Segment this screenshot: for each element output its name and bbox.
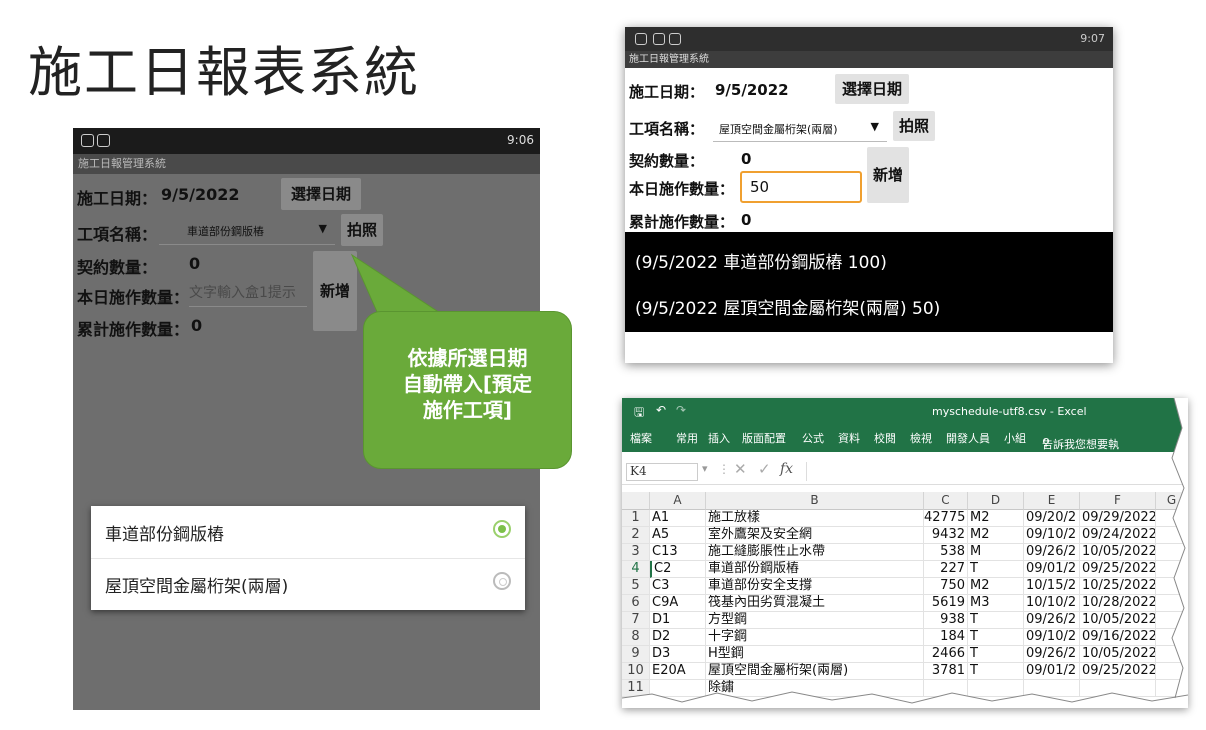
date-value: 9/5/2022 (715, 81, 789, 99)
date-value: 9/5/2022 (161, 185, 240, 204)
total-value: 0 (741, 211, 752, 229)
radio-selected-icon[interactable] (493, 520, 511, 538)
callout-line: 施作工項] (422, 398, 513, 422)
today-quantity-input[interactable]: 文字輸入盒1提示 (189, 280, 307, 307)
excel-screenshot: 🖫 ↶ ↷ myschedule-utf8.csv - Excel 檔案 常用 … (622, 398, 1188, 708)
shield-icon (653, 33, 665, 45)
item-spinner-value: 屋頂空間金屬桁架(兩層) (719, 123, 838, 136)
notification-icon (97, 134, 110, 147)
torn-edge-decoration (622, 398, 1188, 708)
record-item[interactable]: (9/5/2022 屋頂空間金屬桁架(兩層) 50) (635, 294, 940, 319)
add-button[interactable]: 新增 (867, 147, 909, 203)
total-label: 累計施作數量： (77, 320, 190, 339)
choose-date-button[interactable]: 選擇日期 (835, 74, 909, 104)
cast-icon (635, 33, 647, 45)
contract-value: 0 (189, 254, 201, 273)
contract-value: 0 (741, 150, 752, 168)
today-label: 本日施作數量： (629, 180, 735, 198)
record-list: (9/5/2022 車道部份鋼版樁 100) (9/5/2022 屋頂空間金屬桁… (625, 232, 1113, 332)
item-spinner-value: 車道部份鋼版樁 (187, 225, 264, 238)
status-time: 9:07 (1080, 32, 1105, 45)
item-label: 工項名稱： (629, 120, 705, 138)
dialog-option-label: 車道部份鋼版樁 (105, 525, 224, 545)
phone-screenshot-2: 9:07 施工日報管理系統 施工日期： 9/5/2022 選擇日期 工項名稱： … (625, 27, 1113, 363)
item-choice-dialog: 車道部份鋼版樁 屋頂空間金屬桁架(兩層) (91, 506, 525, 610)
status-bar: 9:06 (73, 128, 540, 154)
choose-date-button[interactable]: 選擇日期 (281, 178, 361, 210)
callout-line: 自動帶入[預定 (402, 372, 533, 396)
app-title-bar: 施工日報管理系統 (73, 154, 540, 174)
today-quantity-input[interactable]: 50 (740, 171, 862, 203)
total-value: 0 (191, 316, 203, 335)
contract-label: 契約數量： (77, 258, 158, 277)
shield-icon (81, 134, 94, 147)
item-label: 工項名稱： (77, 225, 158, 244)
notification-icon (669, 33, 681, 45)
callout-text: 依據所選日期 自動帶入[預定 施作工項] (364, 345, 571, 423)
slide-title: 施工日報表系統 (28, 41, 420, 104)
radio-unselected-icon[interactable] (493, 572, 511, 590)
dialog-option[interactable]: 車道部份鋼版樁 (91, 506, 525, 559)
today-label: 本日施作數量： (77, 288, 190, 307)
callout-line: 依據所選日期 (407, 346, 528, 370)
date-label: 施工日期： (77, 189, 158, 208)
item-spinner[interactable]: 屋頂空間金屬桁架(兩層) ▼ (713, 113, 887, 142)
add-button[interactable]: 新增 (313, 251, 357, 331)
dialog-option[interactable]: 屋頂空間金屬桁架(兩層) (91, 558, 525, 610)
date-label: 施工日期： (629, 83, 705, 101)
dialog-option-label: 屋頂空間金屬桁架(兩層) (105, 577, 289, 597)
photo-button[interactable]: 拍照 (341, 214, 383, 246)
dropdown-arrow-icon: ▼ (870, 120, 879, 133)
status-time: 9:06 (507, 133, 534, 147)
photo-button[interactable]: 拍照 (893, 111, 935, 141)
app-title-bar: 施工日報管理系統 (625, 51, 1113, 68)
annotation-callout: 依據所選日期 自動帶入[預定 施作工項] (363, 311, 572, 469)
contract-label: 契約數量： (629, 152, 705, 170)
dropdown-arrow-icon: ▼ (318, 222, 327, 235)
record-item[interactable]: (9/5/2022 車道部份鋼版樁 100) (635, 248, 887, 273)
item-spinner[interactable]: 車道部份鋼版樁 ▼ (159, 216, 335, 245)
total-label: 累計施作數量： (629, 213, 735, 231)
status-bar: 9:07 (625, 27, 1113, 51)
